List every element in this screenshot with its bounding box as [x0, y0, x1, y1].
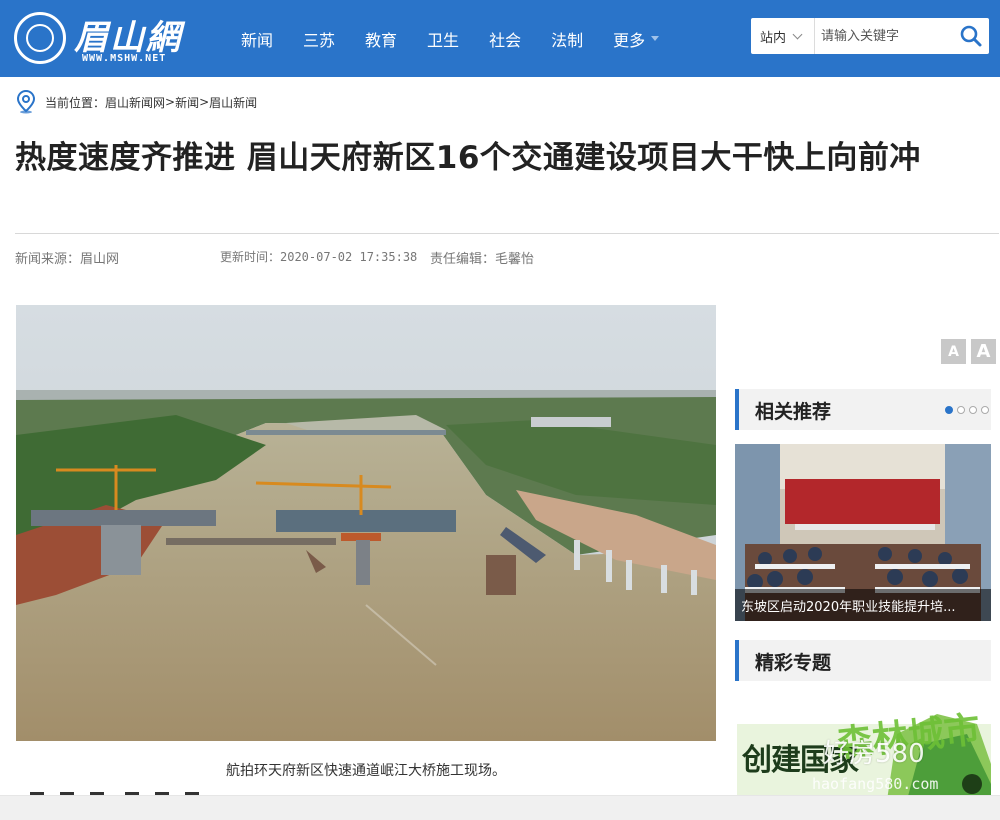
font-size-controls: A A — [941, 339, 996, 364]
article-meta: 新闻来源：眉山网 更新时间：2020-07-02 17:35:38 责任编辑：毛… — [15, 248, 534, 267]
nav-item-education[interactable]: 教育 — [365, 27, 397, 51]
topics-title: 精彩专题 — [755, 652, 832, 674]
site-logo[interactable]: 眉山網 WWW.MSHW.NET — [12, 6, 212, 72]
carousel-dot[interactable] — [981, 406, 989, 414]
article-photo — [16, 305, 716, 741]
font-increase-button[interactable]: A — [971, 339, 996, 364]
chevron-down-icon — [792, 29, 803, 39]
nav-item-health[interactable]: 卫生 — [427, 27, 459, 51]
nav-item-society[interactable]: 社会 — [489, 27, 521, 51]
nav-item-news[interactable]: 新闻 — [241, 27, 273, 51]
article-updated-time: 更新时间：2020-07-02 17:35:38 — [220, 250, 418, 264]
watermark-url: haofang580.com — [812, 775, 939, 793]
logo-emblem-icon — [14, 12, 66, 64]
nav-item-more[interactable]: 更多 — [613, 27, 660, 51]
site-header: 眉山網 WWW.MSHW.NET 新闻 三苏 教育 卫生 社会 法制 更多 站内 — [0, 0, 1000, 77]
recommend-header: 相关推荐 — [735, 389, 991, 430]
breadcrumb-separator: > — [199, 95, 210, 109]
article-source: 新闻来源：眉山网 — [15, 252, 120, 267]
location-pin-icon — [16, 90, 36, 114]
breadcrumb-separator: > — [165, 95, 176, 109]
photo-caption: 航拍环天府新区快速通道岷江大桥施工现场。 — [226, 763, 506, 779]
nav-item-sansu[interactable]: 三苏 — [303, 27, 335, 51]
title-divider — [15, 233, 999, 234]
topics-header: 精彩专题 — [735, 640, 991, 681]
recommend-caption[interactable]: 东坡区启动2020年职业技能提升培... — [735, 589, 991, 621]
bottom-scroll-bar — [0, 795, 1000, 820]
carousel-dots — [945, 406, 989, 414]
nav-item-law[interactable]: 法制 — [551, 27, 583, 51]
carousel-dot[interactable] — [957, 406, 965, 414]
main-nav: 新闻 三苏 教育 卫生 社会 法制 更多 — [226, 0, 674, 77]
search-box: 站内 — [751, 18, 989, 54]
breadcrumb-item-news[interactable]: 新闻 — [175, 94, 199, 111]
nav-more-label: 更多 — [613, 30, 646, 50]
arrow-right-icon[interactable] — [962, 774, 982, 794]
article-editor: 责任编辑：毛馨怡 — [430, 252, 535, 267]
caret-down-icon — [651, 36, 660, 41]
font-decrease-button[interactable]: A — [941, 339, 966, 364]
breadcrumb-item-home[interactable]: 眉山新闻网 — [105, 94, 165, 111]
article-title: 热度速度齐推进 眉山天府新区16个交通建设项目大干快上向前冲 — [15, 140, 921, 176]
search-icon[interactable] — [957, 22, 985, 50]
recommend-title: 相关推荐 — [755, 401, 832, 423]
breadcrumb-item-meishan-news[interactable]: 眉山新闻 — [209, 94, 257, 111]
carousel-dot[interactable] — [945, 406, 953, 414]
search-scope-label: 站内 — [760, 30, 787, 46]
search-input[interactable] — [821, 24, 951, 48]
logo-text: 眉山網 — [74, 18, 182, 58]
watermark-text: 好房580 — [823, 739, 925, 769]
carousel-dot[interactable] — [969, 406, 977, 414]
search-scope-select[interactable]: 站内 — [751, 18, 815, 54]
breadcrumb-prefix: 当前位置： — [45, 95, 106, 110]
logo-url: WWW.MSHW.NET — [82, 53, 167, 64]
breadcrumb: 当前位置： 眉山新闻网 > 新闻 > 眉山新闻 — [16, 90, 257, 114]
